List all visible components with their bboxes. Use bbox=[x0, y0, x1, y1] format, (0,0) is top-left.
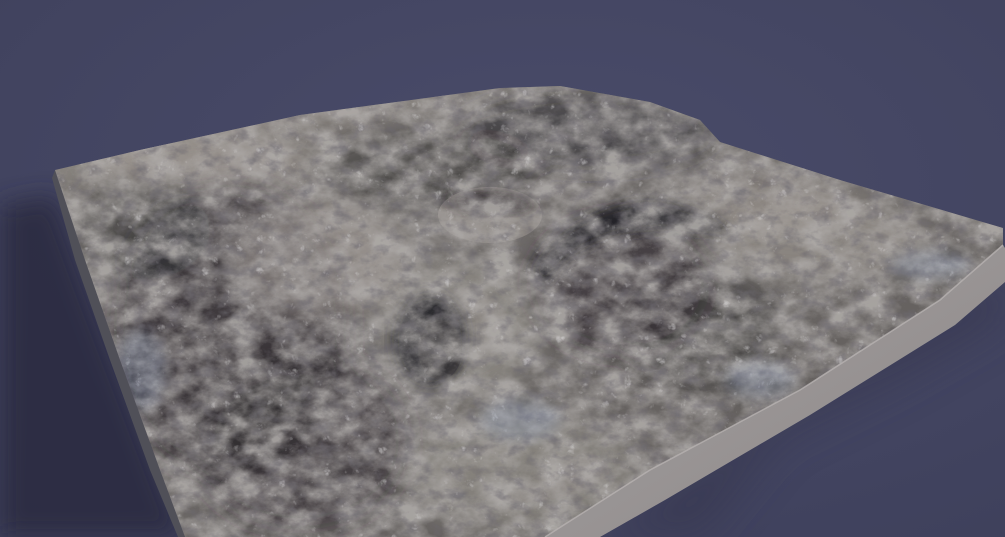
terrain-render bbox=[0, 0, 1005, 537]
render-viewport[interactable] bbox=[0, 0, 1005, 537]
